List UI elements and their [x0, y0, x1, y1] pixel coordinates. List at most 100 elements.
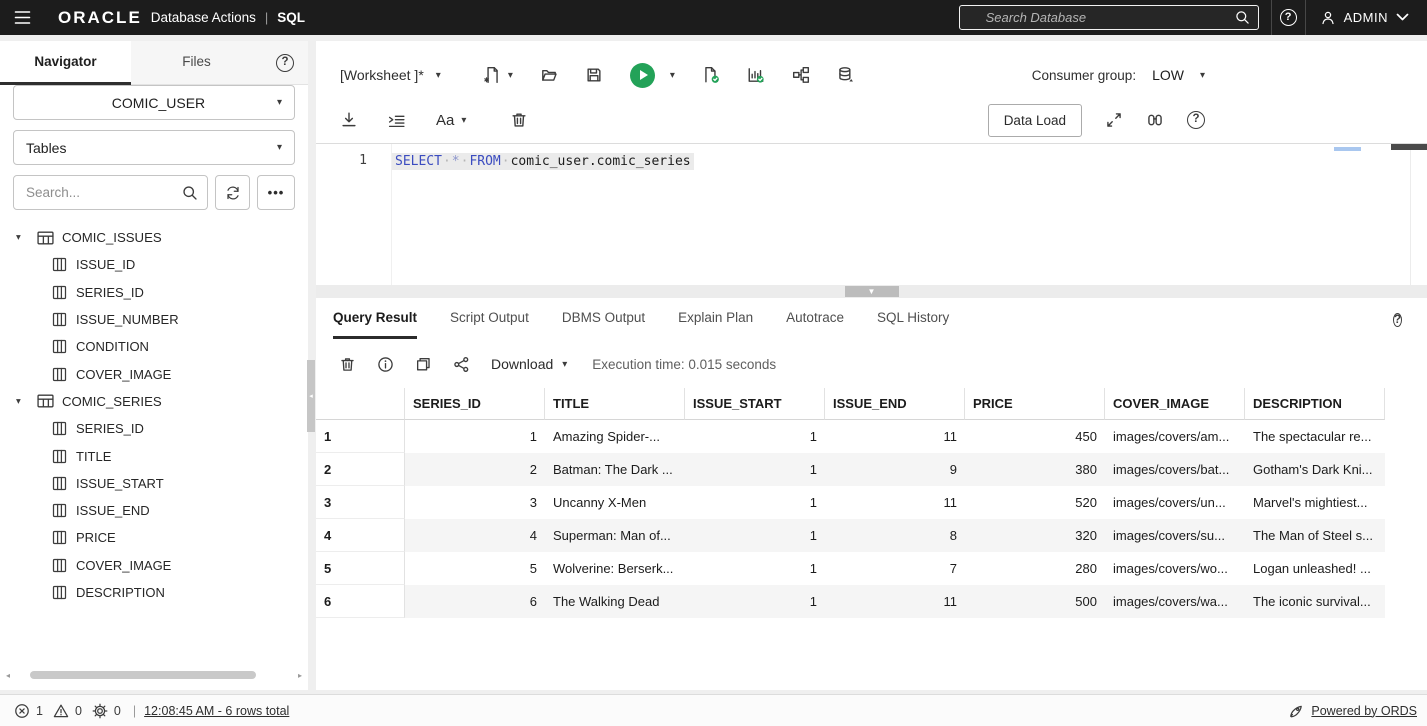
database-search-input[interactable]: [967, 10, 1235, 25]
editor-scrollbar-thumb[interactable]: [1391, 144, 1427, 150]
sidebar-collapse-handle[interactable]: ◂: [307, 360, 315, 432]
results-help-button[interactable]: ?: [1392, 310, 1402, 328]
tree-column-series_id[interactable]: SERIES_ID: [0, 279, 308, 306]
user-menu[interactable]: ADMIN: [1306, 10, 1427, 26]
errors-indicator[interactable]: 1: [14, 703, 43, 719]
table-row[interactable]: 2 2 Batman: The Dark ... 1 9 380 images/covers…: [316, 453, 1427, 486]
data-load-button[interactable]: Data Load: [987, 103, 1082, 137]
download-results-button[interactable]: Download ▾: [491, 356, 567, 372]
run-statement-button[interactable]: [629, 62, 655, 88]
row-number-cell[interactable]: 2: [316, 453, 405, 486]
column-header-description[interactable]: DESCRIPTION: [1245, 388, 1385, 420]
processes-indicator[interactable]: 0: [92, 703, 121, 719]
text-case-button[interactable]: Aa ▾: [436, 112, 466, 129]
consumer-group-select[interactable]: Consumer group: LOW ▾: [1032, 67, 1205, 83]
tree-column-issue_number[interactable]: ISSUE_NUMBER: [0, 306, 308, 333]
tab-query-result[interactable]: Query Result: [333, 299, 418, 339]
open-file-button[interactable]: [540, 66, 558, 84]
object-type-select[interactable]: Tables ▾: [13, 130, 295, 165]
table-row[interactable]: 5 5 Wolverine: Berserk... 1 7 280 images/cover…: [316, 552, 1427, 585]
warnings-indicator[interactable]: 0: [53, 703, 82, 719]
new-worksheet-button[interactable]: ▾: [483, 66, 513, 84]
row-number-cell[interactable]: 1: [316, 420, 405, 453]
sidebar-search-input[interactable]: [14, 176, 207, 209]
save-button[interactable]: [585, 66, 603, 84]
table-row[interactable]: 6 6 The Walking Dead 1 11 500 images/covers/wa…: [316, 585, 1427, 618]
tree-column-issue_start[interactable]: ISSUE_START: [0, 470, 308, 497]
panel-divider: ▼: [316, 285, 1427, 298]
column-header-series_id[interactable]: SERIES_ID: [405, 388, 545, 420]
tree-expand-icon[interactable]: ▾: [16, 232, 29, 243]
tree-column-issue_end[interactable]: ISSUE_END: [0, 497, 308, 524]
tree-column-label: COVER_IMAGE: [76, 366, 172, 382]
tab-script-output[interactable]: Script Output: [450, 299, 529, 339]
cell-series_id: 6: [405, 585, 545, 618]
row-number-cell[interactable]: 4: [316, 519, 405, 552]
tree-column-series_id[interactable]: SERIES_ID: [0, 415, 308, 442]
tree-expand-icon[interactable]: ▾: [16, 396, 29, 407]
worksheet-title-menu[interactable]: [Worksheet ]* ▾: [340, 67, 441, 83]
column-header-issue_start[interactable]: ISSUE_START: [685, 388, 825, 420]
tree-column-description[interactable]: DESCRIPTION: [0, 579, 308, 606]
tab-explain-plan[interactable]: Explain Plan: [678, 299, 753, 339]
tree-table-comic_issues[interactable]: ▾ COMIC_ISSUES: [0, 224, 308, 251]
last-result-link[interactable]: 12:08:45 AM - 6 rows total: [144, 704, 289, 718]
download-icon: [342, 112, 356, 127]
tree-column-cover_image[interactable]: COVER_IMAGE: [0, 360, 308, 387]
tree-table-comic_series[interactable]: ▾ COMIC_SERIES: [0, 388, 308, 415]
run-menu-button[interactable]: ▾: [670, 70, 675, 81]
sidebar-tab-navigator[interactable]: Navigator: [0, 41, 131, 85]
tree-column-title[interactable]: TITLE: [0, 442, 308, 469]
tab-sql-history[interactable]: SQL History: [877, 299, 949, 339]
column-header-cover_image[interactable]: COVER_IMAGE: [1105, 388, 1245, 420]
download-editor-button[interactable]: [340, 111, 358, 129]
column-header-price[interactable]: PRICE: [965, 388, 1105, 420]
tree-column-price[interactable]: PRICE: [0, 524, 308, 551]
scrollbar-thumb[interactable]: [30, 671, 256, 679]
scroll-left-icon[interactable]: ◂: [6, 671, 10, 680]
cell-price: 380: [965, 453, 1105, 486]
tab-dbms-output[interactable]: DBMS Output: [562, 299, 645, 339]
tree-column-label: ISSUE_END: [76, 503, 150, 519]
row-number-cell[interactable]: 5: [316, 552, 405, 585]
row-number-cell[interactable]: 6: [316, 585, 405, 618]
explain-plan-button[interactable]: [792, 66, 810, 84]
clear-editor-button[interactable]: [510, 111, 528, 129]
share-button[interactable]: [453, 356, 470, 373]
column-header-issue_end[interactable]: ISSUE_END: [825, 388, 965, 420]
result-info-button[interactable]: [377, 356, 394, 373]
worksheet-help-button[interactable]: ?: [1187, 111, 1205, 129]
cell-series_id: 5: [529, 561, 537, 576]
sql-history-button[interactable]: [837, 66, 855, 84]
clear-results-button[interactable]: [339, 356, 356, 373]
search-icon[interactable]: [1235, 10, 1250, 25]
table-row[interactable]: 1 1 Amazing Spider-... 1 11 450 images/covers/…: [316, 420, 1427, 453]
tree-column-issue_id[interactable]: ISSUE_ID: [0, 251, 308, 278]
search-icon[interactable]: [182, 185, 198, 206]
sidebar-help-button[interactable]: ?: [262, 41, 308, 85]
tree-column-cover_image[interactable]: COVER_IMAGE: [0, 552, 308, 579]
maximize-button[interactable]: [1105, 111, 1123, 129]
more-options-button[interactable]: •••: [257, 175, 295, 210]
table-row[interactable]: 4 4 Superman: Man of... 1 8 320 images/covers/…: [316, 519, 1427, 552]
tab-autotrace[interactable]: Autotrace: [786, 299, 844, 339]
scroll-right-icon[interactable]: ▸: [298, 671, 302, 680]
column-header-title[interactable]: TITLE: [545, 388, 685, 420]
table-row[interactable]: 3 3 Uncanny X-Men 1 11 520 images/covers/un...…: [316, 486, 1427, 519]
tree-column-condition[interactable]: CONDITION: [0, 333, 308, 360]
hamburger-menu-icon[interactable]: [0, 10, 44, 25]
autotrace-button[interactable]: [747, 66, 765, 84]
sidebar-tab-files[interactable]: Files: [131, 41, 262, 85]
find-button[interactable]: [1146, 111, 1164, 129]
run-script-button[interactable]: [702, 66, 720, 84]
refresh-button[interactable]: [215, 175, 250, 210]
divider-drag-handle[interactable]: ▼: [844, 286, 899, 297]
format-sql-button[interactable]: [388, 111, 406, 129]
open-in-new-tab-button[interactable]: [415, 356, 432, 373]
schema-select[interactable]: COMIC_USER ▾: [13, 85, 295, 120]
help-button[interactable]: ?: [1272, 9, 1305, 26]
sql-editor[interactable]: 1 SELECT·*·FROM·comic_user.comic_series: [316, 143, 1427, 285]
row-number-cell[interactable]: 3: [316, 486, 405, 519]
powered-by-ords-link[interactable]: Powered by ORDS: [1288, 703, 1417, 719]
sql-statement[interactable]: SELECT·*·FROM·comic_user.comic_series: [392, 153, 694, 170]
